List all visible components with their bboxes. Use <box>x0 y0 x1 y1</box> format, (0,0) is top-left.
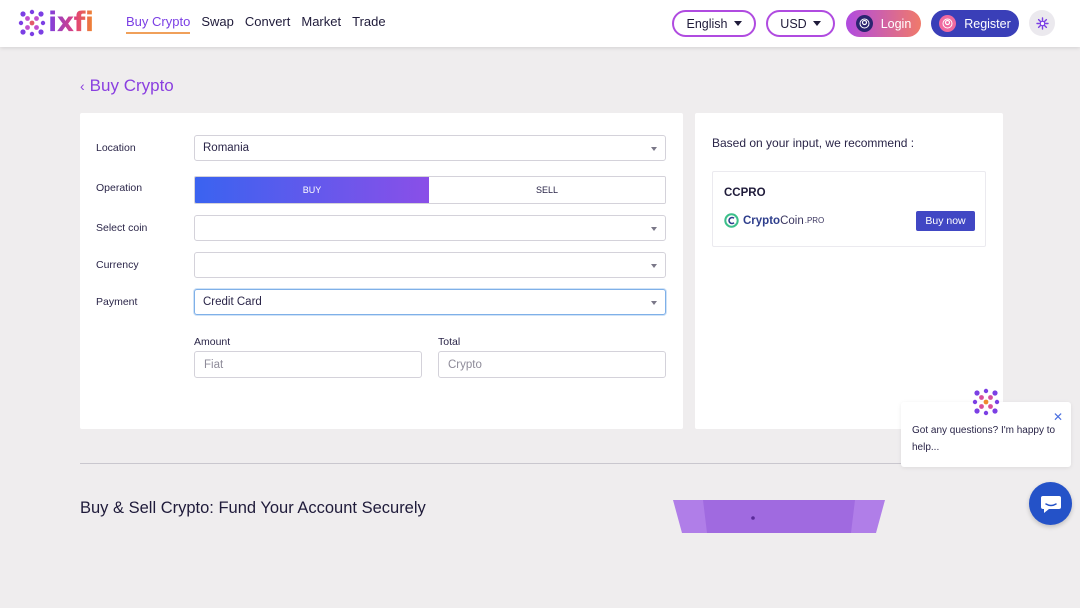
nav-market[interactable]: Market <box>301 14 341 34</box>
chat-bot-avatar-icon <box>972 388 1000 416</box>
chat-message: Got any questions? I'm happy to help... <box>912 425 1056 453</box>
nav-buy-crypto[interactable]: Buy Crypto <box>126 14 191 34</box>
theme-toggle-button[interactable] <box>1029 10 1055 36</box>
chat-launcher-button[interactable] <box>1029 482 1072 525</box>
ixfi-logo-icon <box>18 9 46 37</box>
brand-name: ixfi <box>48 7 94 38</box>
nav-trade[interactable]: Trade <box>352 14 385 34</box>
nav-swap[interactable]: Swap <box>201 14 234 34</box>
provider-offer: CCPRO Crypto Coin .PRO Buy now <box>712 171 986 247</box>
dropdown-arrow-icon <box>651 227 657 231</box>
caret-down-icon <box>733 21 742 26</box>
user-icon <box>855 15 873 32</box>
select-coin-label: Select coin <box>96 222 148 234</box>
section-heading: Buy & Sell Crypto: Fund Your Account Sec… <box>80 499 426 517</box>
currency-select[interactable] <box>194 252 666 278</box>
location-value: Romania <box>203 142 250 154</box>
language-dropdown[interactable]: English <box>672 10 756 37</box>
provider-logo-main: Crypto <box>743 214 781 227</box>
operation-label: Operation <box>96 182 143 194</box>
payment-select[interactable]: Credit Card <box>194 289 666 315</box>
coin-select[interactable] <box>194 215 666 241</box>
total-label: Total <box>438 336 461 348</box>
buy-now-button[interactable]: Buy now <box>916 211 975 231</box>
currency-value: USD <box>780 16 807 31</box>
recommendation-title: Based on your input, we recommend : <box>712 136 915 150</box>
caret-down-icon <box>812 21 821 26</box>
payment-label: Payment <box>96 296 138 308</box>
operation-toggle: BUY SELL <box>194 176 666 204</box>
section-divider <box>80 463 1003 464</box>
promo-banner-image <box>673 500 885 533</box>
dropdown-arrow-icon <box>651 147 657 151</box>
buy-form-card: Location Romania Operation BUY SELL Sele… <box>80 113 683 429</box>
amount-input[interactable]: Fiat <box>194 351 422 378</box>
user-icon <box>939 15 957 32</box>
provider-logo: Crypto Coin .PRO <box>724 213 824 228</box>
buy-toggle-button[interactable]: BUY <box>195 177 429 203</box>
main-nav: Buy Crypto Swap Convert Market Trade <box>126 14 386 34</box>
sun-icon <box>1035 16 1049 30</box>
location-label: Location <box>96 142 136 154</box>
brand-logo[interactable]: ixfi <box>18 8 94 38</box>
sell-toggle-button[interactable]: SELL <box>429 177 665 203</box>
currency-dropdown[interactable]: USD <box>766 10 835 37</box>
total-placeholder: Crypto <box>448 358 482 371</box>
cryptocoin-logo-icon <box>724 213 739 228</box>
back-to-buy-crypto[interactable]: ‹ Buy Crypto <box>80 76 174 96</box>
provider-logo-suffix: .PRO <box>804 216 825 225</box>
language-value: English <box>686 16 728 31</box>
login-button[interactable]: Login <box>846 10 921 37</box>
amount-label: Amount <box>194 336 231 348</box>
chat-icon <box>1040 495 1061 513</box>
provider-logo-second: Coin <box>780 214 804 227</box>
top-header: ixfi Buy Crypto Swap Convert Market Trad… <box>0 0 1080 47</box>
login-label: Login <box>880 16 912 31</box>
dropdown-arrow-icon <box>651 264 657 268</box>
recommendation-card: Based on your input, we recommend : CCPR… <box>695 113 1003 429</box>
provider-name: CCPRO <box>724 187 766 199</box>
nav-convert[interactable]: Convert <box>245 14 291 34</box>
currency-label: Currency <box>96 259 139 271</box>
amount-placeholder: Fiat <box>204 358 224 371</box>
location-select[interactable]: Romania <box>194 135 666 161</box>
page-title: Buy Crypto <box>89 76 174 95</box>
dropdown-arrow-icon <box>651 301 657 305</box>
chevron-left-icon: ‹ <box>80 78 85 94</box>
total-input[interactable]: Crypto <box>438 351 666 378</box>
register-button[interactable]: Register <box>931 10 1019 37</box>
payment-value: Credit Card <box>203 296 262 308</box>
register-label: Register <box>964 16 1011 31</box>
